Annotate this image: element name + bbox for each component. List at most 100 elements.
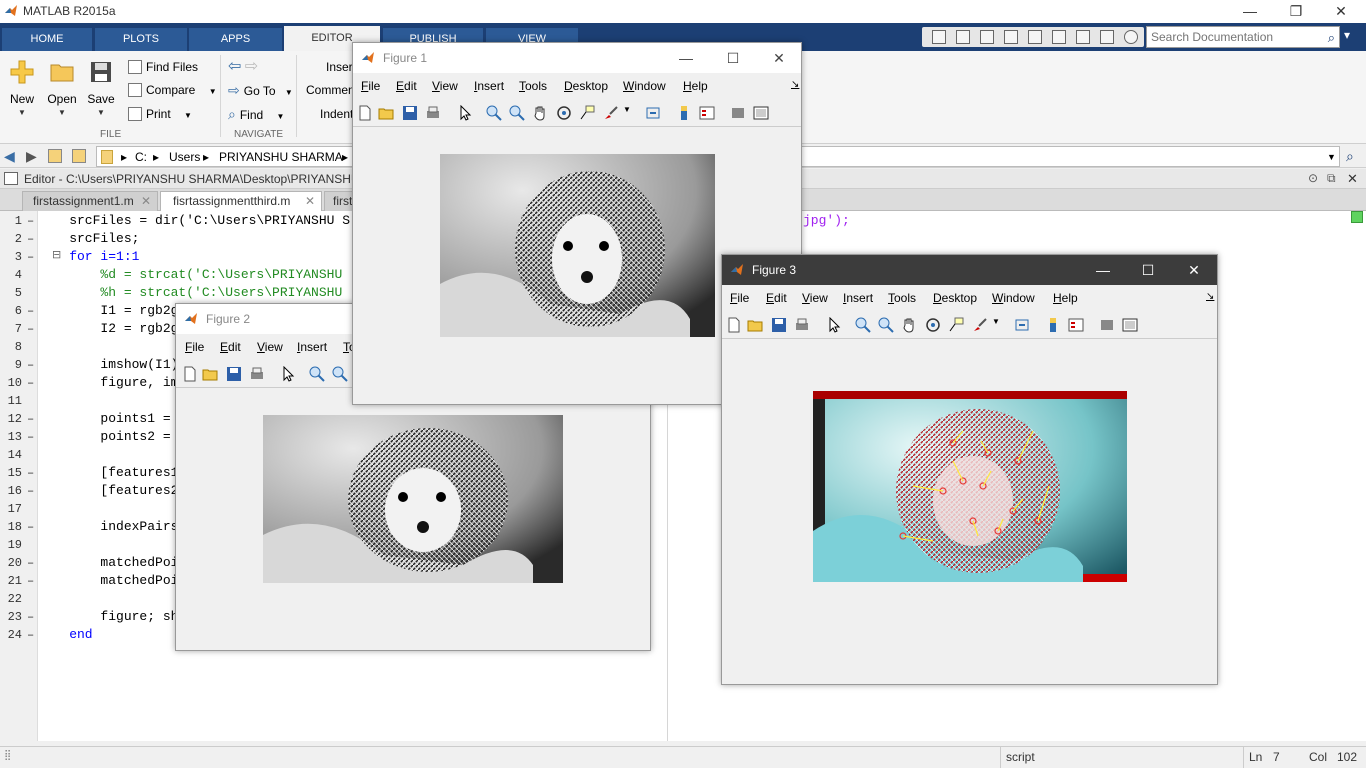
zoom-in-icon[interactable]	[855, 317, 871, 333]
hide-plot-tools-icon[interactable]	[730, 105, 746, 121]
print-button[interactable]: Print ▼	[128, 104, 192, 124]
menu-file[interactable]: File	[361, 79, 380, 93]
redo-icon[interactable]	[1076, 30, 1090, 44]
code-line[interactable]: srcFiles;	[38, 230, 139, 248]
breakpoint-marker[interactable]: –	[27, 374, 35, 392]
new-figure-icon[interactable]	[357, 105, 373, 121]
tab-file-fisrtassignmentthird[interactable]: fisrtassignmentthird.m ✕	[160, 191, 322, 211]
print-figure-icon[interactable]	[249, 366, 265, 382]
save-figure-icon[interactable]	[771, 317, 787, 333]
print-figure-icon[interactable]	[794, 317, 810, 333]
menu-window[interactable]: Window	[992, 291, 1035, 305]
breakpoint-marker[interactable]: –	[27, 230, 35, 248]
breakpoint-marker[interactable]: –	[27, 356, 35, 374]
fold-icon[interactable]: ⊟	[52, 248, 61, 261]
tab-file-firstassignment1[interactable]: firstassignment1.m ✕	[22, 191, 158, 211]
brush-icon[interactable]	[972, 317, 988, 333]
menu-insert[interactable]: Insert	[474, 79, 504, 93]
new-button[interactable]: New ▼	[2, 57, 42, 125]
close-tab-icon[interactable]: ✕	[141, 192, 151, 211]
close-button[interactable]: ✕	[1174, 259, 1214, 281]
minimize-button[interactable]: —	[1083, 259, 1123, 281]
breakpoint-marker[interactable]: –	[27, 212, 35, 230]
figure-3-window[interactable]: Figure 3 — ☐ ✕ File Edit View Insert Too…	[721, 254, 1218, 685]
close-icon[interactable]: ✕	[1347, 171, 1358, 187]
colorbar-icon[interactable]	[676, 105, 692, 121]
help-icon[interactable]	[1124, 30, 1138, 44]
menu-edit[interactable]: Edit	[766, 291, 787, 305]
new-figure-icon[interactable]	[726, 317, 742, 333]
rotate-3d-icon[interactable]	[925, 317, 941, 333]
code-line[interactable]: I2 = rgb2g	[38, 320, 178, 338]
compare-button[interactable]: Compare ▼	[128, 80, 217, 100]
code-line[interactable]: matchedPoi	[38, 554, 178, 572]
code-line[interactable]: figure, im	[38, 374, 178, 392]
code-analyzer-indicator[interactable]	[1351, 211, 1363, 223]
undock-icon[interactable]: ⧉	[1327, 171, 1336, 186]
breakpoint-marker[interactable]: –	[27, 410, 35, 428]
legend-icon[interactable]	[699, 105, 715, 121]
hide-plot-tools-icon[interactable]	[1099, 317, 1115, 333]
data-cursor-icon[interactable]	[948, 317, 964, 333]
minimize-button[interactable]: —	[1227, 0, 1273, 23]
code-line[interactable]: I1 = rgb2g	[38, 302, 178, 320]
close-tab-icon[interactable]: ✕	[305, 192, 315, 211]
menu-insert[interactable]: Insert	[843, 291, 873, 305]
code-line[interactable]: matchedPoi	[38, 572, 178, 590]
search-input[interactable]	[1151, 30, 1316, 44]
menu-file[interactable]: File	[185, 340, 204, 354]
search-icon[interactable]: ⌕	[1346, 148, 1354, 165]
zoom-in-icon[interactable]	[309, 366, 325, 382]
code-line[interactable]: points1 =	[38, 410, 170, 428]
up-folder-icon[interactable]	[48, 149, 62, 163]
minimize-button[interactable]: —	[666, 47, 706, 69]
pointer-icon[interactable]	[457, 105, 473, 121]
find-files-button[interactable]: Find Files	[128, 57, 198, 77]
code-line[interactable]: srcFiles = dir('C:\Users\PRIYANSHU S	[38, 212, 350, 230]
breadcrumb-user[interactable]: PRIYANSHU SHARMA	[219, 150, 343, 164]
chevron-down-icon[interactable]: ▼	[1327, 152, 1336, 162]
data-cursor-icon[interactable]	[579, 105, 595, 121]
code-line[interactable]: imshow(I1)	[38, 356, 178, 374]
go-to-button[interactable]: ⇨ Go To ▼	[228, 80, 293, 100]
code-line[interactable]: %d = strcat('C:\Users\PRIYANSHU	[38, 266, 342, 284]
save-icon[interactable]	[956, 30, 970, 44]
save-figure-icon[interactable]	[402, 105, 418, 121]
quick-access-icon[interactable]	[932, 30, 946, 44]
code-line[interactable]: points2 =	[38, 428, 170, 446]
open-file-icon[interactable]	[202, 366, 218, 382]
breakpoint-marker[interactable]: –	[27, 320, 35, 338]
breakpoint-marker[interactable]: –	[27, 464, 35, 482]
rotate-3d-icon[interactable]	[556, 105, 572, 121]
breakpoint-marker[interactable]: –	[27, 572, 35, 590]
legend-icon[interactable]	[1068, 317, 1084, 333]
dock-arrow-icon[interactable]: ↘	[1206, 291, 1214, 302]
chevron-down-icon[interactable]: ▼	[623, 105, 639, 121]
find-button[interactable]: ⌕ Find ▼	[228, 104, 284, 124]
menu-view[interactable]: View	[432, 79, 458, 93]
menu-help[interactable]: Help	[1053, 291, 1078, 305]
menu-insert[interactable]: Insert	[297, 340, 327, 354]
chevron-down-icon[interactable]: ▼	[992, 317, 1008, 333]
code-line[interactable]: end	[38, 626, 92, 644]
menu-view[interactable]: View	[257, 340, 283, 354]
collapse-ribbon-icon[interactable]: ▾	[1344, 28, 1350, 42]
breakpoint-marker[interactable]: –	[27, 554, 35, 572]
breadcrumb-users[interactable]: Users	[169, 150, 200, 164]
switch-windows-icon[interactable]	[1100, 30, 1114, 44]
forward-arrow-icon[interactable]: ▶	[26, 148, 37, 165]
indent-button[interactable]: Indent	[320, 104, 353, 124]
menu-desktop[interactable]: Desktop	[564, 79, 608, 93]
close-button[interactable]: ✕	[759, 47, 799, 69]
tab-plots[interactable]: PLOTS	[95, 28, 187, 51]
colorbar-icon[interactable]	[1045, 317, 1061, 333]
zoom-out-icon[interactable]	[878, 317, 894, 333]
open-button[interactable]: Open ▼	[42, 57, 82, 125]
tab-home[interactable]: HOME	[2, 28, 92, 51]
menu-desktop[interactable]: Desktop	[933, 291, 977, 305]
breakpoint-marker[interactable]: –	[27, 518, 35, 536]
search-icon[interactable]: ⌕	[1328, 30, 1335, 46]
maximize-button[interactable]: ☐	[713, 47, 753, 69]
save-figure-icon[interactable]	[226, 366, 242, 382]
code-line[interactable]: [features2	[38, 482, 178, 500]
